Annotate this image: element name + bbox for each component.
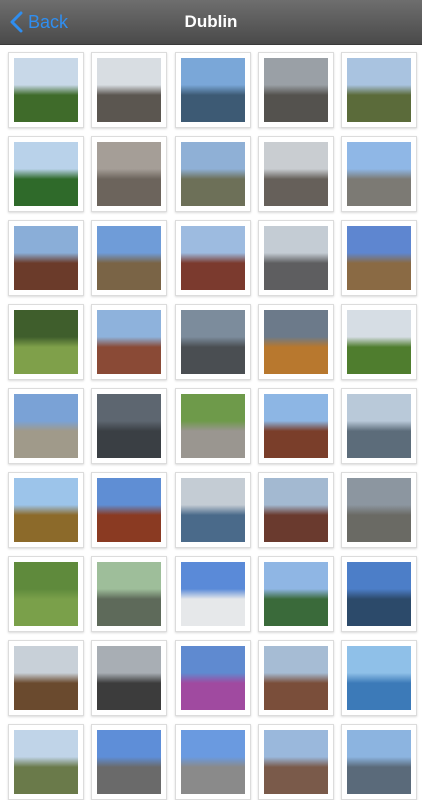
photo-thumbnail[interactable]: [341, 220, 417, 296]
photo-image: [97, 142, 161, 206]
photo-image: [347, 58, 411, 122]
photo-image: [347, 478, 411, 542]
photo-image: [347, 394, 411, 458]
photo-image: [97, 646, 161, 710]
photo-image: [14, 646, 78, 710]
photo-image: [264, 478, 328, 542]
photo-thumbnail[interactable]: [175, 220, 251, 296]
photo-image: [181, 226, 245, 290]
photo-image: [14, 310, 78, 374]
photo-image: [97, 478, 161, 542]
photo-image: [347, 646, 411, 710]
photo-thumbnail[interactable]: [175, 556, 251, 632]
photo-image: [14, 58, 78, 122]
photo-image: [14, 394, 78, 458]
photo-thumbnail[interactable]: [8, 472, 84, 548]
photo-image: [181, 142, 245, 206]
photo-image: [264, 310, 328, 374]
photo-image: [347, 226, 411, 290]
photo-thumbnail[interactable]: [8, 304, 84, 380]
page-title: Dublin: [184, 12, 238, 31]
photo-thumbnail[interactable]: [91, 640, 167, 716]
photo-image: [181, 394, 245, 458]
photo-image: [14, 730, 78, 794]
photo-thumbnail[interactable]: [258, 136, 334, 212]
photo-image: [14, 142, 78, 206]
photo-thumbnail[interactable]: [91, 136, 167, 212]
photo-thumbnail[interactable]: [258, 472, 334, 548]
photo-thumbnail[interactable]: [8, 556, 84, 632]
photo-image: [181, 310, 245, 374]
photo-image: [264, 58, 328, 122]
photo-thumbnail[interactable]: [258, 52, 334, 128]
photo-thumbnail[interactable]: [8, 136, 84, 212]
photo-image: [181, 478, 245, 542]
photo-image: [97, 562, 161, 626]
photo-thumbnail[interactable]: [8, 52, 84, 128]
photo-image: [264, 646, 328, 710]
photo-image: [97, 310, 161, 374]
photo-image: [97, 226, 161, 290]
photo-thumbnail[interactable]: [258, 724, 334, 800]
photo-thumbnail[interactable]: [175, 640, 251, 716]
photo-thumbnail[interactable]: [91, 556, 167, 632]
photo-image: [264, 394, 328, 458]
photo-image: [97, 730, 161, 794]
photo-image: [14, 562, 78, 626]
photo-thumbnail[interactable]: [8, 724, 84, 800]
photo-thumbnail[interactable]: [341, 724, 417, 800]
photo-thumbnail[interactable]: [258, 304, 334, 380]
photo-thumbnail[interactable]: [175, 304, 251, 380]
photo-image: [264, 226, 328, 290]
photo-thumbnail[interactable]: [91, 304, 167, 380]
photo-image: [264, 730, 328, 794]
photo-thumbnail[interactable]: [341, 52, 417, 128]
photo-image: [181, 562, 245, 626]
photo-image: [181, 730, 245, 794]
photo-thumbnail[interactable]: [8, 640, 84, 716]
photo-thumbnail[interactable]: [91, 220, 167, 296]
photo-thumbnail[interactable]: [341, 640, 417, 716]
photo-thumbnail[interactable]: [175, 136, 251, 212]
photo-thumbnail[interactable]: [341, 556, 417, 632]
photo-thumbnail[interactable]: [91, 724, 167, 800]
photo-thumbnail[interactable]: [258, 220, 334, 296]
photo-thumbnail[interactable]: [175, 52, 251, 128]
photo-thumbnail[interactable]: [258, 640, 334, 716]
photo-thumbnail[interactable]: [91, 52, 167, 128]
photo-thumbnail[interactable]: [175, 724, 251, 800]
photo-image: [14, 478, 78, 542]
photo-image: [97, 58, 161, 122]
photo-image: [181, 58, 245, 122]
photo-thumbnail[interactable]: [175, 472, 251, 548]
navigation-bar: Back Dublin: [0, 0, 422, 45]
photo-image: [347, 730, 411, 794]
photo-image: [181, 646, 245, 710]
photo-thumbnail[interactable]: [341, 388, 417, 464]
photo-thumbnail[interactable]: [8, 220, 84, 296]
photo-thumbnail[interactable]: [91, 472, 167, 548]
photo-thumbnail[interactable]: [258, 556, 334, 632]
photo-thumbnail[interactable]: [8, 388, 84, 464]
photo-image: [347, 310, 411, 374]
photo-thumbnail[interactable]: [258, 388, 334, 464]
photo-image: [347, 142, 411, 206]
photo-image: [264, 562, 328, 626]
photo-image: [347, 562, 411, 626]
photo-image: [264, 142, 328, 206]
photo-thumbnail[interactable]: [341, 136, 417, 212]
photo-thumbnail[interactable]: [341, 472, 417, 548]
photo-thumbnail[interactable]: [341, 304, 417, 380]
photo-image: [97, 394, 161, 458]
photo-image: [14, 226, 78, 290]
photo-thumbnail[interactable]: [91, 388, 167, 464]
photo-thumbnail[interactable]: [175, 388, 251, 464]
